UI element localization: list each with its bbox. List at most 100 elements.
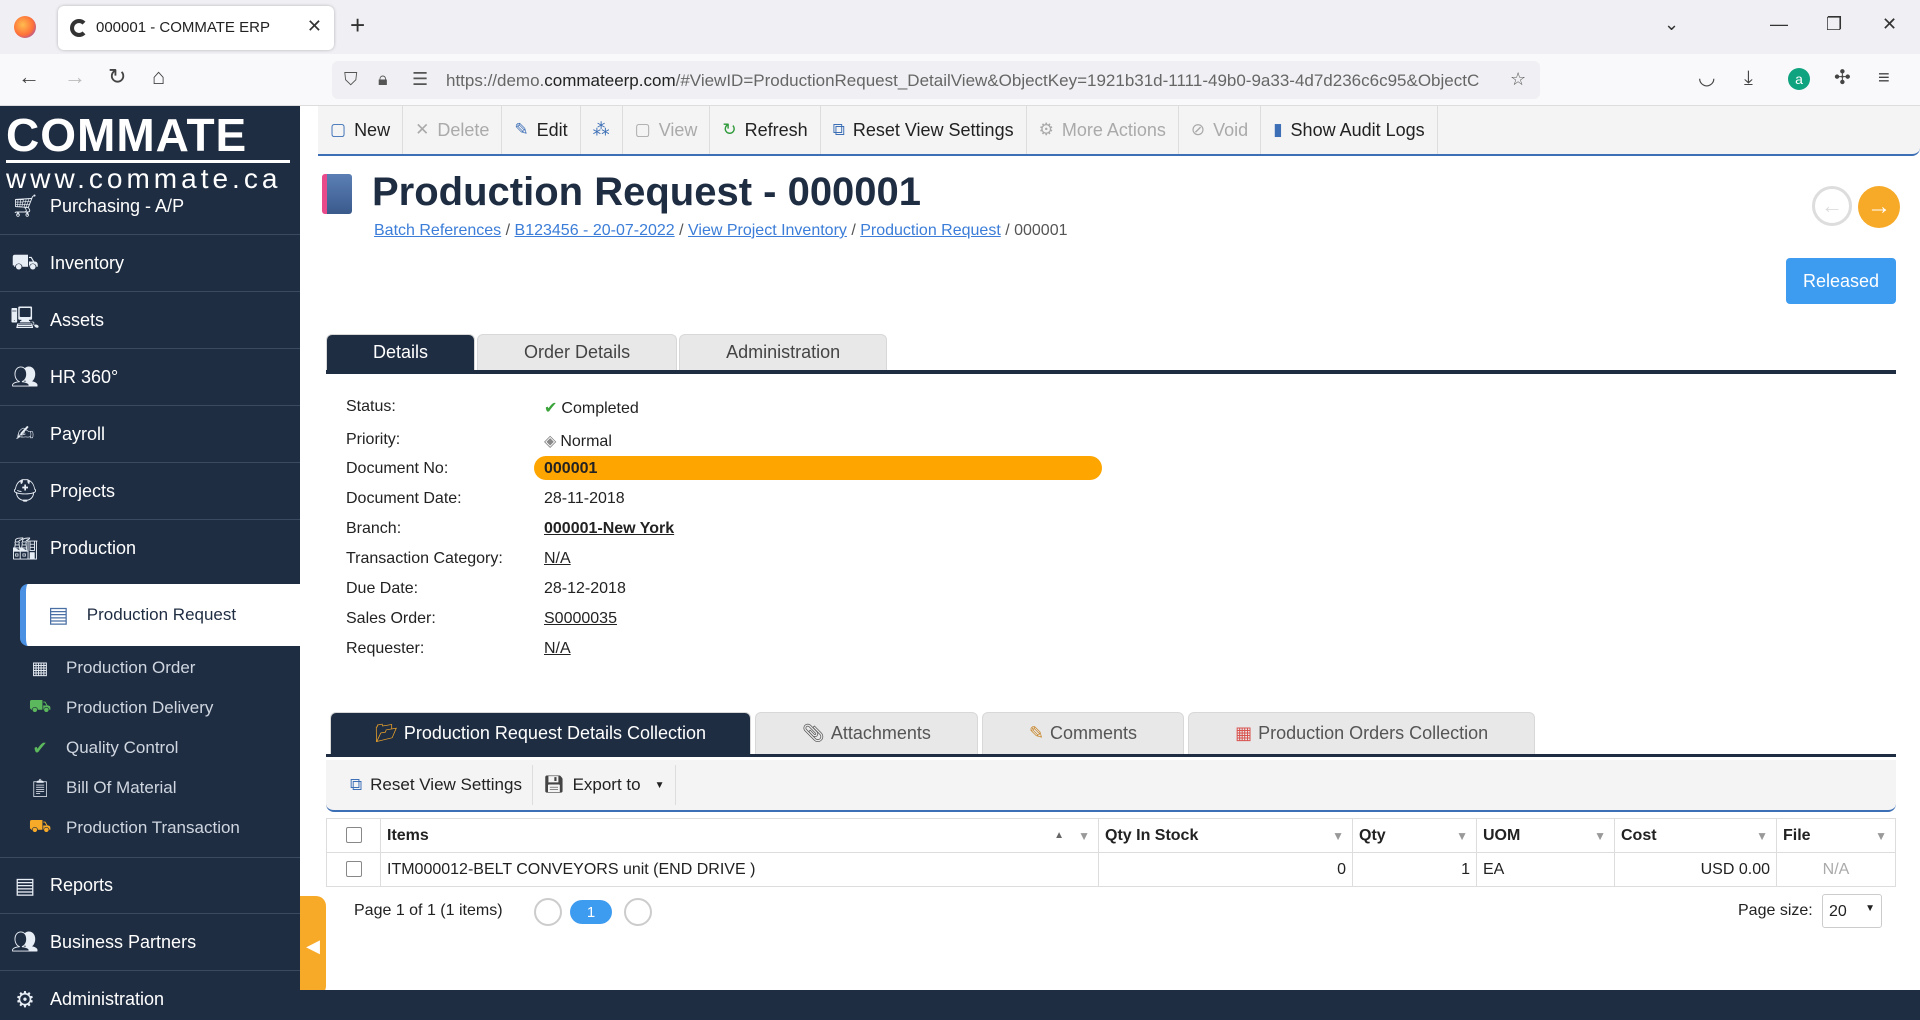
details-grid: Items ▲ ▼ Qty In Stock ▼ Qty ▼ UOM ▼ Cost ▼ Fi… [326, 818, 1896, 887]
new-button[interactable]: ▢ New [318, 106, 404, 154]
sidebar-sub-quality-control[interactable]: ✔ Quality Control [20, 728, 300, 768]
sidebar-item-projects[interactable]: ⛑ Projects [0, 463, 300, 520]
show-audit-logs-button[interactable]: ▮ Show Audit Logs [1261, 106, 1438, 154]
tab-order-details[interactable]: Order Details [477, 334, 678, 370]
filter-icon[interactable]: ▼ [1078, 829, 1090, 843]
export-to-button[interactable]: 💾︎ Export to ▼ [533, 765, 676, 805]
tab-comments[interactable]: ✎ Comments [981, 712, 1185, 754]
downloads-icon[interactable]: ⤓ [1744, 68, 1753, 88]
sort-asc-icon[interactable]: ▲ [1054, 830, 1064, 841]
back-icon[interactable]: ← [18, 66, 40, 88]
sidebar-item-hr360[interactable]: 👥︎ HR 360° [0, 349, 300, 406]
page-size-select[interactable]: 20 ▼ [1822, 894, 1882, 928]
edit-button[interactable]: ✎ Edit [502, 106, 581, 154]
column-header-items[interactable]: Items ▲ ▼ [380, 818, 1099, 853]
pager-page-button[interactable]: 1 [570, 900, 612, 924]
sidebar-item-business-partners[interactable]: 👥︎ Business Partners [0, 914, 300, 971]
pocket-icon[interactable]: ◡ [1698, 68, 1715, 88]
firefox-icon[interactable] [14, 16, 36, 38]
reload-icon[interactable]: ↻ [108, 66, 126, 88]
refresh-icon: ↻ [722, 120, 737, 139]
url-text[interactable]: https://demo.commateerp.com/#ViewID=Prod… [446, 71, 1486, 91]
field-branch: Branch: 000001-New York [346, 520, 675, 538]
column-header-file[interactable]: File ▼ [1776, 818, 1896, 853]
sidebar-sub-production-order[interactable]: ▦ Production Order [20, 648, 300, 688]
pager-summary: Page 1 of 1 (1 items) [354, 902, 503, 919]
delete-button[interactable]: ✕ Delete [403, 106, 503, 154]
sidebar-item-administration[interactable]: ⚙ Administration [0, 971, 300, 1020]
view-button[interactable]: ▢ View [623, 106, 711, 154]
extensions-icon[interactable]: ✣ [1834, 68, 1851, 88]
tab-administration[interactable]: Administration [679, 334, 888, 370]
table-row[interactable]: ITM000012-BELT CONVEYORS unit (END DRIVE… [326, 852, 1896, 887]
requester-link[interactable]: N/A [544, 640, 571, 658]
sidebar-sub-bill-of-material[interactable]: 📋︎ Bill Of Material [20, 768, 300, 808]
cell-uom: EA [1476, 852, 1615, 887]
tab-details-collection[interactable]: 📂︎ Production Request Details Collection [330, 712, 752, 754]
sales-order-link[interactable]: S0000035 [544, 610, 617, 628]
workflow-button[interactable]: ⁂ [581, 106, 623, 154]
sidebar-item-payroll[interactable]: ✍ Payroll [0, 406, 300, 463]
bookmark-star-icon[interactable]: ☆ [1510, 69, 1526, 90]
home-icon[interactable]: ⌂ [152, 66, 165, 88]
chevron-down-icon: ▼ [654, 779, 665, 791]
filter-icon[interactable]: ▼ [1875, 829, 1887, 843]
cell-qty-in-stock: 0 [1098, 852, 1353, 887]
status-released-button[interactable]: Released [1786, 258, 1896, 304]
tab-details[interactable]: Details [326, 334, 476, 370]
sidebar-sub-production-delivery[interactable]: ⛟ Production Delivery [20, 688, 300, 728]
breadcrumb-batch-references[interactable]: Batch References [374, 222, 501, 239]
shield-icon[interactable]: ⛉ [344, 69, 358, 90]
window-close-icon[interactable]: ✕ [1882, 14, 1897, 35]
column-header-cost[interactable]: Cost ▼ [1614, 818, 1777, 853]
select-all-checkbox[interactable] [345, 827, 362, 844]
browser-tab[interactable]: 000001 - COMMATE ERP ✕ [58, 6, 334, 50]
sidebar-sub-production-request[interactable]: ▤ Production Request [20, 584, 300, 646]
branch-link[interactable]: 000001-New York [544, 520, 674, 538]
sidebar-item-assets[interactable]: 🖳 Assets [0, 292, 300, 349]
filter-icon[interactable]: ▼ [1332, 829, 1344, 843]
lock-icon[interactable]: 🔒︎ [378, 69, 388, 90]
close-icon[interactable]: ✕ [307, 16, 322, 37]
extension-a-icon[interactable]: a [1788, 68, 1810, 90]
sidebar-collapse-handle[interactable]: ◀ [300, 896, 326, 996]
tab-attachments[interactable]: 📎︎ Attachments [755, 712, 978, 754]
previous-record-button[interactable]: ← [1812, 186, 1852, 226]
breadcrumb-production-request[interactable]: Production Request [860, 222, 1001, 239]
url-field[interactable]: ⛉ 🔒︎ ☰ https://demo.commateerp.com/#View… [332, 61, 1540, 99]
pager-next-button[interactable] [624, 898, 652, 926]
filter-icon[interactable]: ▼ [1594, 829, 1606, 843]
column-header-qty[interactable]: Qty ▼ [1352, 818, 1477, 853]
page-title: Production Request - 000001 [372, 170, 922, 214]
pager-prev-button[interactable] [534, 898, 562, 926]
sidebar-item-purchasing[interactable]: 🛒︎ Purchasing - A/P [0, 178, 300, 235]
sidebar-sub-production-transaction[interactable]: ⛟ Production Transaction [20, 808, 300, 848]
sidebar-item-reports[interactable]: ▤ Reports [0, 857, 300, 914]
tab-list-icon[interactable]: ⌄ [1664, 14, 1679, 35]
forward-icon[interactable]: → [64, 66, 86, 88]
row-checkbox[interactable] [345, 861, 362, 878]
refresh-button[interactable]: ↻ Refresh [710, 106, 821, 154]
void-button[interactable]: ⊘ Void [1179, 106, 1262, 154]
sidebar-item-inventory[interactable]: ⛟ Inventory [0, 235, 300, 292]
minimize-icon[interactable]: — [1770, 14, 1788, 35]
breadcrumb-view-project-inventory[interactable]: View Project Inventory [688, 222, 847, 239]
more-actions-button[interactable]: ⚙ More Actions [1027, 106, 1179, 154]
reset-view-settings-button[interactable]: ⧉ Reset View Settings [821, 106, 1027, 154]
menu-icon[interactable]: ≡ [1878, 68, 1890, 88]
new-tab-icon[interactable]: + [350, 12, 365, 38]
column-header-qty-in-stock[interactable]: Qty In Stock ▼ [1098, 818, 1353, 853]
permissions-icon[interactable]: ☰ [412, 69, 428, 90]
commate-logo[interactable]: COMMATE www.commate.ca [6, 112, 296, 193]
grid-reset-view-button[interactable]: ⧉ Reset View Settings [340, 765, 533, 805]
filter-icon[interactable]: ▼ [1756, 829, 1768, 843]
filter-icon[interactable]: ▼ [1456, 829, 1468, 843]
next-record-button[interactable]: → [1858, 186, 1900, 228]
restore-icon[interactable]: ❐ [1826, 14, 1842, 35]
tab-production-orders-collection[interactable]: ▦ Production Orders Collection [1188, 712, 1536, 754]
truck-icon: ⛟ [28, 696, 52, 716]
transaction-category-link[interactable]: N/A [544, 550, 571, 568]
breadcrumb-batch[interactable]: B123456 - 20-07-2022 [515, 222, 675, 239]
column-header-uom[interactable]: UOM ▼ [1476, 818, 1615, 853]
sidebar-item-production[interactable]: 🏭︎ Production [0, 520, 300, 577]
